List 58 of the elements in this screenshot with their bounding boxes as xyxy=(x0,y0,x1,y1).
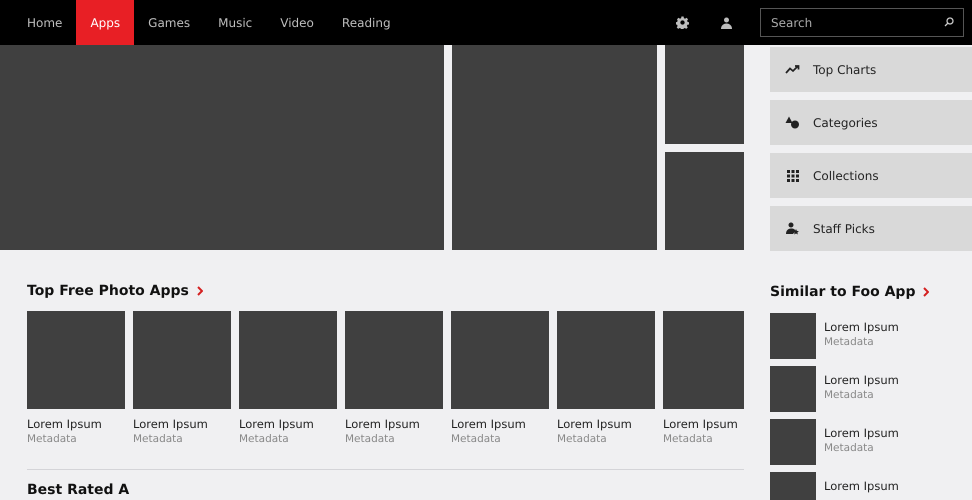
nav-tab[interactable]: Music xyxy=(204,0,266,45)
app-thumbnail[interactable] xyxy=(770,313,816,359)
search-icon[interactable] xyxy=(944,17,954,27)
nav-tab[interactable]: Reading xyxy=(328,0,405,45)
trend-icon xyxy=(785,65,800,74)
feature-tile[interactable] xyxy=(452,45,657,250)
app-name: Lorem Ipsum xyxy=(557,417,633,432)
nav-tab[interactable]: Home xyxy=(0,0,76,45)
app-metadata: Metadata xyxy=(663,432,714,447)
app-name: Lorem Ipsum xyxy=(824,320,899,335)
app-thumbnail[interactable] xyxy=(770,419,816,465)
menu-button[interactable]: Staff Picks xyxy=(770,206,972,251)
app-metadata: Metadata xyxy=(824,335,875,350)
feature-tile[interactable] xyxy=(665,152,744,250)
menu-button[interactable]: Top Charts xyxy=(770,47,972,92)
feature-tile[interactable] xyxy=(665,45,744,144)
app-metadata: Metadata xyxy=(345,432,396,447)
app-name: Lorem Ipsum xyxy=(239,417,315,432)
section-heading[interactable]: Top Free Photo Apps xyxy=(27,280,189,302)
app-name: Lorem Ipsum xyxy=(663,417,739,432)
app-name: Lorem Ipsum xyxy=(133,417,209,432)
app-name: Lorem Ipsum xyxy=(451,417,527,432)
app-thumbnail[interactable] xyxy=(663,311,744,409)
feature-tile[interactable] xyxy=(0,45,444,250)
grid-icon xyxy=(786,170,798,182)
app-name: Lorem Ipsum xyxy=(27,417,103,432)
menu-button[interactable]: Collections xyxy=(770,153,972,198)
menu-button[interactable]: Categories xyxy=(770,100,972,145)
app-name: Lorem Ipsum xyxy=(824,426,899,441)
chevron-right-icon[interactable] xyxy=(923,287,930,297)
section-heading[interactable]: Similar to Foo App xyxy=(770,282,916,302)
app-thumbnail[interactable] xyxy=(557,311,655,409)
chevron-right-icon[interactable] xyxy=(196,286,203,296)
app-metadata: Metadata xyxy=(824,441,875,456)
nav-tab[interactable]: Video xyxy=(266,0,328,45)
nav-tab[interactable]: Games xyxy=(134,0,204,45)
app-metadata: Metadata xyxy=(27,432,78,447)
app-thumbnail[interactable] xyxy=(770,366,816,412)
app-name: Lorem Ipsum xyxy=(345,417,421,432)
section-heading: Best Rated A xyxy=(27,483,130,498)
app-thumbnail[interactable] xyxy=(345,311,443,409)
user-icon[interactable] xyxy=(721,16,732,28)
app-metadata: Metadata xyxy=(451,432,502,447)
app-metadata: Metadata xyxy=(557,432,608,447)
settings-icon[interactable] xyxy=(676,16,689,29)
nav-tab[interactable]: Apps xyxy=(76,0,134,45)
app-thumbnail[interactable] xyxy=(451,311,549,409)
person-star-icon xyxy=(786,222,799,235)
app-thumbnail[interactable] xyxy=(133,311,231,409)
search-field[interactable]: Search xyxy=(760,8,964,37)
app-thumbnail[interactable] xyxy=(27,311,125,409)
shapes-icon xyxy=(785,116,800,129)
app-name: Lorem Ipsum xyxy=(824,373,899,388)
app-metadata: Metadata xyxy=(133,432,184,447)
app-thumbnail[interactable] xyxy=(239,311,337,409)
app-metadata: Metadata xyxy=(239,432,290,447)
app-name: Lorem Ipsum xyxy=(824,479,899,494)
app-metadata: Metadata xyxy=(824,388,875,403)
